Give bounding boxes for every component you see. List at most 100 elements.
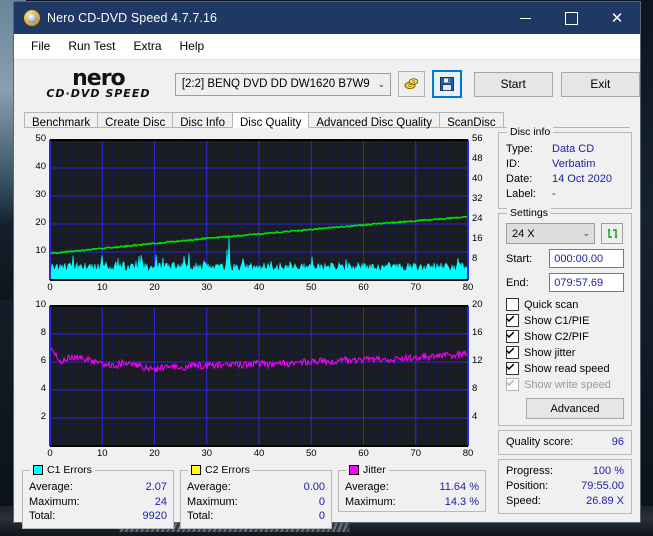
disc-date-row: Date: 14 Oct 2020	[506, 172, 624, 187]
checkbox-quick-scan-label: Quick scan	[524, 298, 579, 311]
progress-row: Progress: 100 %	[506, 464, 624, 479]
chart1-y2tick: 24	[472, 213, 483, 224]
quality-score-label: Quality score:	[506, 436, 574, 448]
exit-button[interactable]: Exit	[560, 71, 640, 97]
tab-bar: Benchmark Create Disc Disc Info Disc Qua…	[14, 108, 640, 129]
c2-total-row: Total: 0	[187, 509, 325, 524]
c1-errors-stats: C1 Errors Average: 2.07 Maximum: 24 Tota…	[22, 464, 174, 529]
chart2-y2tick: 16	[472, 327, 483, 338]
chart1-xtick: 70	[410, 282, 422, 293]
checkbox-quick-scan[interactable]: Quick scan	[506, 298, 624, 311]
chevron-down-icon: ⌄	[377, 78, 386, 89]
end-label: End:	[506, 276, 529, 289]
chart1-y2tick: 48	[472, 153, 483, 164]
speed-select[interactable]: 24 X ⌄	[506, 223, 595, 244]
position-row: Position: 79:55.00	[506, 479, 624, 494]
chart2-xtick: 30	[201, 448, 213, 459]
tab-scandisc[interactable]: ScanDisc	[439, 112, 504, 129]
save-button[interactable]	[432, 70, 462, 98]
end-row: End: 079:57.69	[506, 273, 624, 292]
settings-group: Settings 24 X ⌄ Start: 000:00.00 End: 07…	[498, 207, 632, 426]
c2-average-row: Average: 0.00	[187, 480, 325, 495]
jitter-maximum-label: Maximum:	[345, 495, 396, 508]
checkbox-show-write-speed: Show write speed	[506, 378, 624, 391]
jitter-chart[interactable]: 2 4 6 8 10 4 8 12 16 20 0 10 20 30 40 50 60 70 80	[22, 298, 492, 461]
chart1-canvas	[49, 139, 469, 281]
checkbox-quick-scan-box	[506, 298, 519, 311]
chart1-xtick: 20	[149, 282, 160, 293]
checkbox-show-read-speed-label: Show read speed	[524, 362, 610, 375]
chart2-xtick: 40	[253, 448, 265, 459]
end-input[interactable]: 079:57.69	[549, 273, 624, 292]
c2-errors-caption: C2 Errors	[188, 464, 253, 476]
close-button[interactable]: ✕	[594, 2, 640, 34]
disc-type-value: Data CD	[552, 143, 595, 155]
start-button[interactable]: Start	[473, 71, 553, 97]
side-panel: Disc info Type: Data CD ID: Verbatim Dat…	[498, 126, 632, 529]
speed-select-value: 24 X	[512, 227, 535, 240]
disc-date-label: Date:	[506, 173, 533, 185]
drive-select-value: [2:2] BENQ DVD DD DW1620 B7W9	[181, 78, 370, 90]
disc-label-row: Label: -	[506, 187, 624, 202]
disc-type-label: Type:	[506, 143, 533, 155]
chart1-ytick: 40	[35, 161, 46, 172]
progress-box: Progress: 100 % Position: 79:55.00 Speed…	[498, 459, 632, 514]
menu-item-run-test[interactable]: Run Test	[59, 37, 124, 55]
checkbox-show-read-speed-box	[506, 362, 519, 375]
chart1-y2tick: 32	[472, 193, 483, 204]
c1-total-label: Total:	[29, 510, 56, 522]
tab-advanced-disc-quality[interactable]: Advanced Disc Quality	[308, 112, 441, 129]
refresh-button[interactable]	[601, 223, 623, 244]
c1-color-swatch	[33, 465, 43, 475]
stats-row: C1 Errors Average: 2.07 Maximum: 24 Tota…	[22, 464, 492, 529]
chart1-ytick: 30	[35, 189, 46, 200]
chart2-xtick: 20	[149, 448, 160, 459]
checkbox-show-read-speed[interactable]: Show read speed	[506, 362, 624, 375]
drive-select[interactable]: [2:2] BENQ DVD DD DW1620 B7W9 ⌄	[174, 72, 392, 96]
close-icon: ✕	[610, 9, 624, 27]
chart1-y2tick: 16	[472, 233, 483, 244]
eject-disc-button[interactable]	[398, 71, 426, 97]
checkbox-show-write-speed-label: Show write speed	[524, 378, 611, 391]
maximize-button[interactable]	[548, 2, 594, 34]
save-floppy-icon	[439, 77, 454, 91]
c1-maximum-value: 24	[154, 495, 167, 508]
checkbox-show-jitter-label: Show jitter	[524, 346, 576, 359]
advanced-button[interactable]: Advanced	[526, 398, 624, 419]
position-value: 79:55.00	[581, 480, 624, 492]
progress-label: Progress:	[506, 465, 554, 477]
chart2-xtick: 10	[96, 448, 108, 459]
c2-color-swatch	[191, 465, 201, 475]
tab-disc-info[interactable]: Disc Info	[172, 112, 233, 129]
speed-label: Speed:	[506, 495, 541, 507]
chart1-ytick: 20	[35, 217, 46, 228]
tab-benchmark[interactable]: Benchmark	[24, 112, 99, 129]
menu-bar: File Run Test Extra Help	[14, 34, 640, 59]
chart2-xtick: 80	[462, 448, 474, 459]
disc-id-label: ID:	[506, 158, 521, 170]
chart2-y2tick: 4	[472, 411, 478, 422]
checkbox-show-c1-pie[interactable]: Show C1/PIE	[506, 314, 624, 327]
menu-item-help[interactable]: Help	[171, 37, 214, 55]
c1-average-row: Average: 2.07	[29, 480, 167, 495]
chart2-ytick: 4	[40, 383, 46, 394]
c2-average-value: 0.00	[303, 481, 325, 493]
menu-item-file[interactable]: File	[22, 37, 59, 55]
chart2-xtick: 50	[305, 448, 317, 459]
start-input[interactable]: 000:00.00	[549, 249, 624, 268]
minimize-button[interactable]	[502, 2, 548, 34]
eject-disc-icon	[404, 78, 419, 90]
logo-line-2: CD·DVD SPEED	[46, 86, 151, 100]
start-row: Start: 000:00.00	[506, 249, 624, 268]
checkbox-show-jitter[interactable]: Show jitter	[506, 346, 624, 359]
menu-item-extra[interactable]: Extra	[124, 37, 170, 55]
chart1-y2tick: 8	[472, 253, 478, 264]
quality-score-value: 96	[611, 436, 624, 448]
c1-errors-chart[interactable]: 10 20 30 40 50 8 16 24 32 40 48 56 0 10 20 30 40 50 60 70 80	[22, 132, 492, 295]
checkbox-show-c2-pif[interactable]: Show C2/PIF	[506, 330, 624, 343]
jitter-maximum-row: Maximum: 14.3 %	[345, 495, 479, 510]
tab-create-disc[interactable]: Create Disc	[97, 112, 174, 129]
charts-column: 10 20 30 40 50 8 16 24 32 40 48 56 0 10 20 30 40 50 60 70 80…	[22, 132, 492, 529]
tab-disc-quality[interactable]: Disc Quality	[232, 112, 310, 129]
c2-maximum-row: Maximum: 0	[187, 495, 325, 510]
